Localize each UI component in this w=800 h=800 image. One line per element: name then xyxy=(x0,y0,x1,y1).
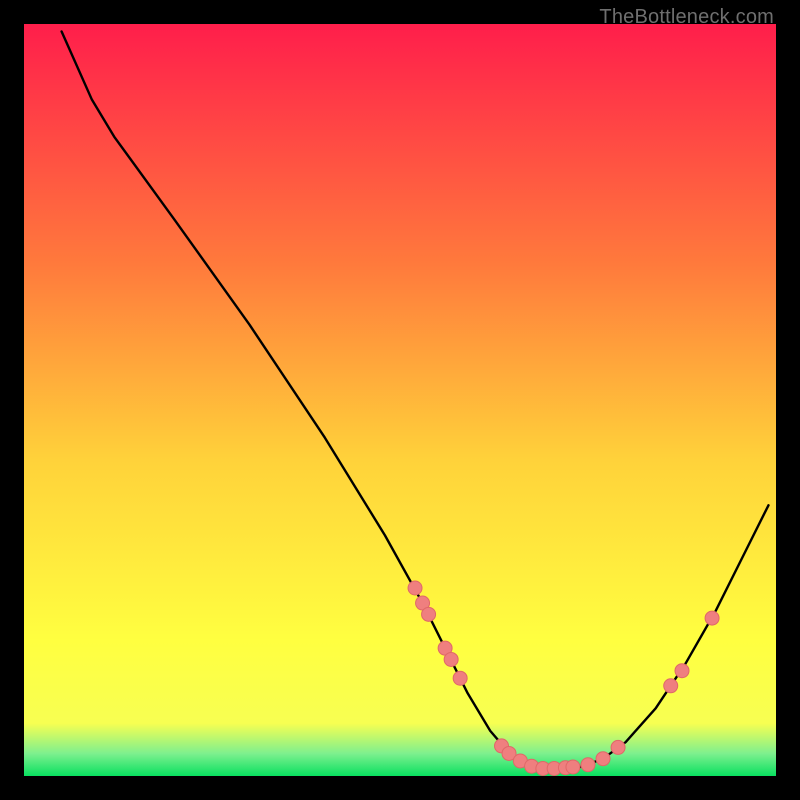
bottleneck-curve-chart xyxy=(24,24,776,776)
data-marker xyxy=(444,652,458,666)
data-marker xyxy=(566,760,580,774)
data-marker xyxy=(596,752,610,766)
data-marker xyxy=(453,671,467,685)
data-marker xyxy=(581,758,595,772)
data-marker xyxy=(675,664,689,678)
gradient-background xyxy=(24,24,776,776)
data-marker xyxy=(611,740,625,754)
chart-frame xyxy=(24,24,776,776)
data-marker xyxy=(664,679,678,693)
data-marker xyxy=(408,581,422,595)
data-marker xyxy=(705,611,719,625)
data-marker xyxy=(422,607,436,621)
